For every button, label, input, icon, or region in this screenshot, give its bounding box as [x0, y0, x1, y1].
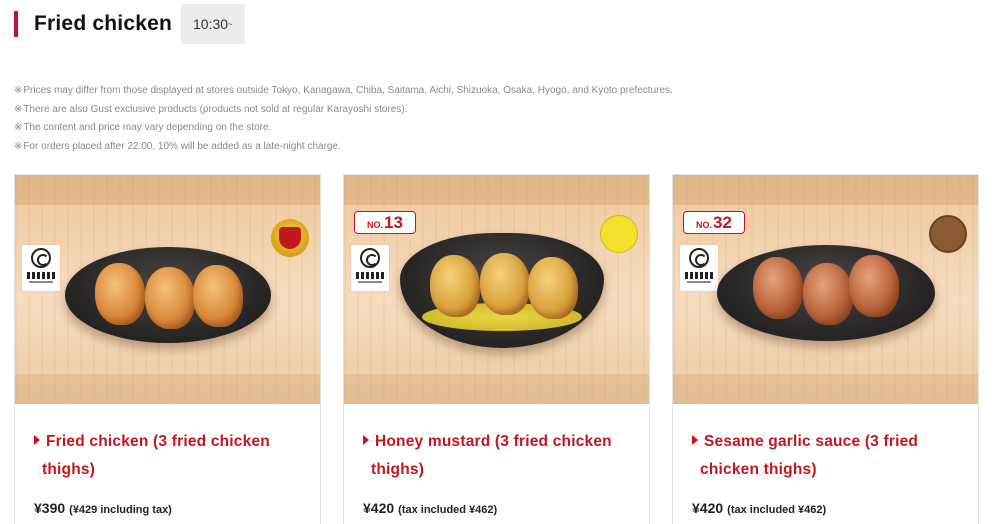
chicken-piece — [753, 257, 803, 319]
chicken-piece — [480, 253, 530, 315]
plate-image — [717, 245, 935, 341]
product-info: Honey mustard (3 fried chicken thighs) ¥… — [344, 404, 649, 516]
chicken-piece — [528, 257, 578, 319]
rank-prefix: NO. — [367, 220, 384, 230]
product-image[interactable]: NO. 13 — [344, 175, 649, 404]
image-bottom-band — [673, 374, 978, 404]
image-bottom-band — [344, 374, 649, 404]
rank-badge: NO. 32 — [683, 211, 745, 234]
image-bottom-band — [15, 374, 320, 404]
karayoshi-logo-icon — [22, 245, 60, 291]
section-header: Fried chicken 10:30 ~ — [14, 4, 245, 44]
product-card-sesame-garlic[interactable]: NO. 32 Sesame garlic sauce (3 fried chick… — [672, 174, 979, 524]
header-accent-bar — [14, 11, 18, 37]
product-name-line[interactable]: thighs) — [371, 461, 424, 478]
garlic-sauce-badge-icon — [929, 215, 967, 253]
chicken-piece — [95, 263, 145, 325]
honey-mustard-badge-icon — [600, 215, 638, 253]
plate-image — [65, 247, 271, 343]
product-name-line[interactable]: thighs) — [42, 461, 95, 478]
time-badge: 10:30 ~ — [180, 4, 245, 44]
product-card-fried-chicken[interactable]: Fried chicken (3 fried chicken thighs) ¥… — [14, 174, 321, 524]
note-item: ※For orders placed after 22:00, 10% will… — [14, 138, 914, 157]
product-name-link[interactable]: Honey mustard (3 fried chicken thighs) — [363, 428, 631, 484]
price-value: ¥420 — [692, 500, 724, 516]
product-price: ¥420 (tax included ¥462) — [692, 500, 960, 516]
note-mark: ※ — [14, 140, 23, 152]
chicken-piece — [849, 255, 899, 317]
rank-number: 32 — [713, 213, 732, 232]
note-item: ※The content and price may vary dependin… — [14, 119, 914, 138]
product-price: ¥390 (¥429 including tax) — [34, 500, 302, 516]
product-card-honey-mustard[interactable]: NO. 13 Honey mustard (3 fried chicken thi… — [343, 174, 650, 524]
section-title: Fried chicken — [34, 12, 172, 35]
note-text: For orders placed after 22:00, 10% will … — [23, 140, 341, 152]
notes-list: ※Prices may differ from those displayed … — [14, 82, 914, 156]
note-item: ※There are also Gust exclusive products … — [14, 101, 914, 120]
note-mark: ※ — [14, 122, 23, 133]
plate-image — [400, 233, 604, 348]
arrow-right-icon — [34, 435, 40, 445]
product-info: Sesame garlic sauce (3 fried chicken thi… — [673, 404, 978, 516]
product-price: ¥420 (tax included ¥462) — [363, 500, 631, 516]
note-item: ※Prices may differ from those displayed … — [14, 82, 914, 101]
chicken-piece — [803, 263, 853, 325]
chicken-piece — [193, 265, 243, 327]
product-name-link[interactable]: Sesame garlic sauce (3 fried chicken thi… — [692, 428, 960, 484]
price-tax: (tax included ¥462) — [727, 504, 827, 516]
rank-number: 13 — [384, 213, 403, 232]
karayoshi-logo-icon — [680, 245, 718, 291]
image-top-band — [15, 175, 320, 205]
price-tax: (¥429 including tax) — [69, 504, 172, 516]
note-mark: ※ — [14, 85, 23, 96]
price-value: ¥390 — [34, 500, 66, 516]
note-text: The content and price may vary depending… — [23, 122, 272, 133]
time-suffix: ~ — [228, 19, 233, 29]
karayoshi-logo-icon — [351, 245, 389, 291]
product-name-line[interactable]: Fried chicken (3 fried chicken — [46, 433, 270, 450]
chicken-piece — [145, 267, 195, 329]
rank-prefix: NO. — [696, 220, 713, 230]
product-name-link[interactable]: Fried chicken (3 fried chicken thighs) — [34, 428, 302, 484]
product-image[interactable]: NO. 32 — [673, 175, 978, 404]
product-name-line[interactable]: Honey mustard (3 fried chicken — [375, 433, 612, 450]
award-medal-icon — [271, 219, 309, 257]
time-text: 10:30 — [192, 16, 229, 32]
product-image[interactable] — [15, 175, 320, 404]
rank-badge: NO. 13 — [354, 211, 416, 234]
chicken-piece — [430, 255, 480, 317]
arrow-right-icon — [363, 435, 369, 445]
note-text: Prices may differ from those displayed a… — [23, 85, 673, 96]
product-info: Fried chicken (3 fried chicken thighs) ¥… — [15, 404, 320, 516]
product-name-line[interactable]: chicken thighs) — [700, 461, 817, 478]
product-name-line[interactable]: Sesame garlic sauce (3 fried — [704, 433, 918, 450]
image-top-band — [673, 175, 978, 205]
price-tax: (tax included ¥462) — [398, 504, 498, 516]
note-text: There are also Gust exclusive products (… — [23, 103, 408, 115]
image-top-band — [344, 175, 649, 205]
arrow-right-icon — [692, 435, 698, 445]
note-mark: ※ — [14, 103, 23, 115]
price-value: ¥420 — [363, 500, 395, 516]
product-list: Fried chicken (3 fried chicken thighs) ¥… — [14, 174, 979, 524]
